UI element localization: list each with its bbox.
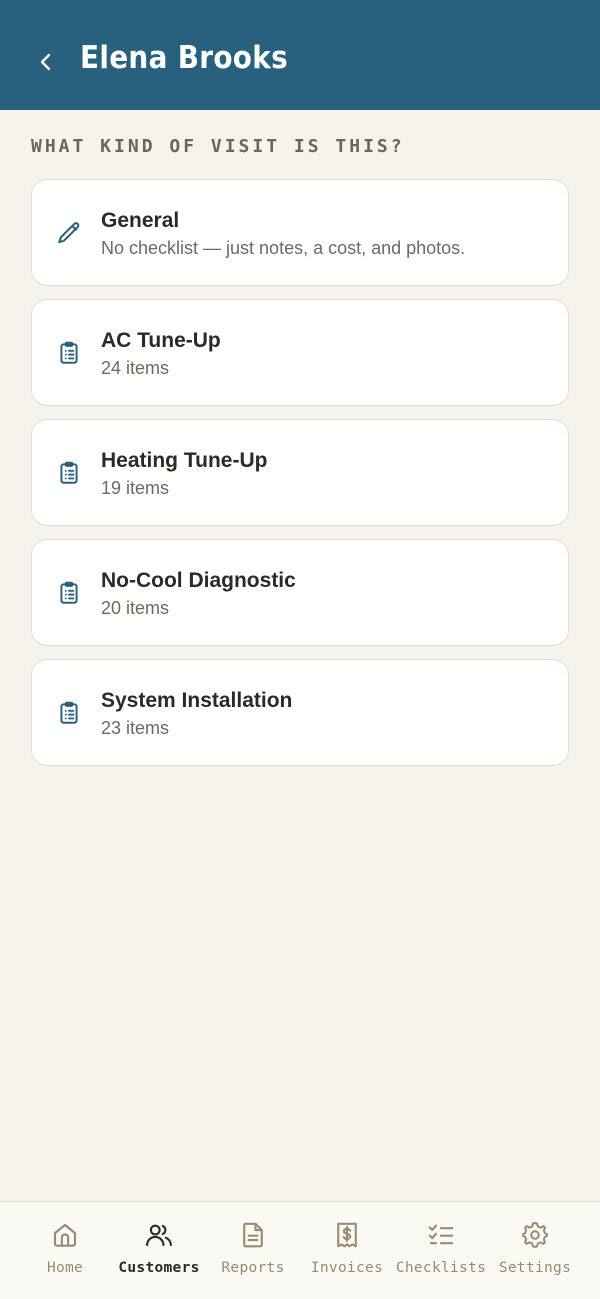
nav-reports[interactable]: Reports <box>206 1220 300 1280</box>
visit-type-title: AC Tune-Up <box>101 329 221 352</box>
clipboard-list-icon <box>56 460 82 486</box>
page-title: Elena Brooks <box>80 40 288 76</box>
visit-type-subtitle: 19 items <box>101 478 170 498</box>
home-icon <box>53 1223 77 1247</box>
visit-type-subtitle: 24 items <box>101 358 170 378</box>
visit-type-subtitle: 20 items <box>101 598 170 618</box>
receipt-dollar-icon <box>337 1222 357 1248</box>
visit-type-heating-tune-up[interactable]: Heating Tune-Up 19 items <box>31 419 569 526</box>
visit-type-general[interactable]: General No checklist — just notes, a cos… <box>31 179 569 286</box>
nav-label: Checklists <box>395 1260 487 1276</box>
visit-type-title: General <box>101 209 180 232</box>
nav-customers[interactable]: Customers <box>112 1220 206 1280</box>
clipboard-list-icon <box>56 580 82 606</box>
visit-type-list: General No checklist — just notes, a cos… <box>31 179 569 779</box>
nav-label: Customers <box>118 1260 200 1276</box>
section-label: WHAT KIND OF VISIT IS THIS? <box>31 136 405 157</box>
app-header: Elena Brooks <box>0 0 600 110</box>
visit-type-title: System Installation <box>101 689 293 712</box>
back-button[interactable] <box>30 45 62 79</box>
chevron-left-icon <box>40 53 51 71</box>
document-icon <box>243 1222 263 1248</box>
visit-type-ac-tune-up[interactable]: AC Tune-Up 24 items <box>31 299 569 406</box>
visit-type-system-installation[interactable]: System Installation 23 items <box>31 659 569 766</box>
nav-invoices[interactable]: Invoices <box>300 1220 394 1280</box>
visit-type-subtitle: 23 items <box>101 718 170 738</box>
nav-home[interactable]: Home <box>18 1220 112 1280</box>
clipboard-list-icon <box>56 700 82 726</box>
nav-label: Reports <box>221 1260 285 1276</box>
nav-checklists[interactable]: Checklists <box>394 1220 488 1280</box>
nav-settings[interactable]: Settings <box>488 1220 582 1280</box>
nav-label: Settings <box>498 1260 572 1276</box>
nav-label: Home <box>46 1260 84 1276</box>
pencil-icon <box>56 220 82 246</box>
nav-label: Invoices <box>310 1260 384 1276</box>
app-root: Elena Brooks WHAT KIND OF VISIT IS THIS?… <box>0 0 600 1299</box>
users-icon <box>146 1224 172 1247</box>
clipboard-list-icon <box>56 340 82 366</box>
bottom-nav: Home Customers Reports Invoices Checklis… <box>0 1201 600 1299</box>
visit-type-title: No-Cool Diagnostic <box>101 569 296 592</box>
checklist-icon <box>428 1224 454 1245</box>
gear-icon <box>522 1222 548 1248</box>
visit-type-no-cool-diagnostic[interactable]: No-Cool Diagnostic 20 items <box>31 539 569 646</box>
visit-type-title: Heating Tune-Up <box>101 449 268 472</box>
visit-type-subtitle: No checklist — just notes, a cost, and p… <box>101 238 466 258</box>
